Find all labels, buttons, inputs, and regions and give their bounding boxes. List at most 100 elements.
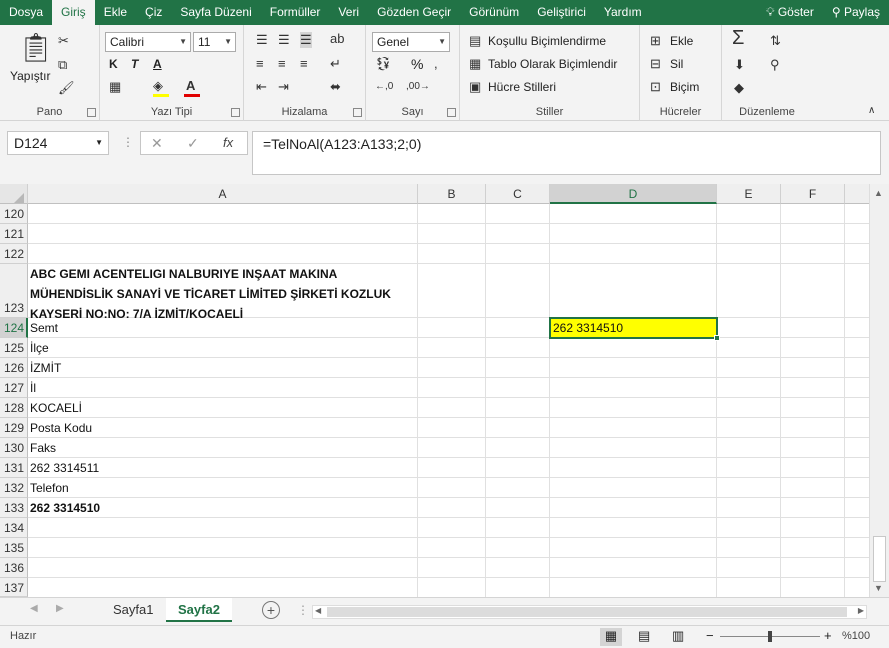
row-header[interactable]: 132 — [0, 478, 28, 498]
align-launcher-icon[interactable] — [353, 108, 362, 117]
tab-dosya[interactable]: Dosya — [0, 0, 52, 25]
zoom-slider-thumb[interactable] — [768, 631, 772, 642]
column-header-b[interactable]: B — [418, 184, 486, 204]
row-header[interactable]: 135 — [0, 538, 28, 558]
zoom-out-icon[interactable]: − — [706, 628, 714, 643]
tab-gorunum[interactable]: Görünüm — [460, 0, 528, 25]
paste-icon[interactable]: 📋︎ — [18, 33, 54, 63]
prev-sheet-icon[interactable]: ◀ — [30, 603, 38, 614]
row-header-selected[interactable]: 124 — [0, 318, 28, 338]
cut-icon[interactable]: ✂ — [58, 33, 69, 49]
align-left-icon[interactable]: ≡ — [256, 56, 264, 72]
share-button[interactable]: ⚲ Paylaş — [823, 0, 889, 25]
bold-button[interactable]: K — [109, 56, 118, 72]
row-header[interactable]: 122 — [0, 244, 28, 264]
insert-button[interactable]: Ekle — [670, 33, 693, 49]
scroll-down-icon[interactable]: ▼ — [874, 583, 883, 593]
page-break-icon[interactable]: ▥ — [672, 628, 684, 644]
autosum-icon[interactable]: Σ — [732, 28, 744, 48]
page-layout-icon[interactable]: ▤ — [638, 628, 650, 644]
collapse-ribbon-icon[interactable]: ∧ — [868, 103, 875, 119]
borders-icon[interactable]: ▦ — [109, 79, 121, 95]
decrease-indent-icon[interactable]: ⇤ — [256, 79, 267, 95]
format-as-table-button[interactable]: Tablo Olarak Biçimlendir — [488, 56, 617, 72]
cell-a129[interactable]: Posta Kodu — [30, 418, 92, 438]
italic-button[interactable]: T — [131, 56, 138, 72]
tab-yardim[interactable]: Yardım — [595, 0, 651, 25]
format-painter-icon[interactable]: 🖌︎ — [58, 80, 75, 96]
cell-a132[interactable]: Telefon — [30, 478, 69, 498]
horizontal-scrollbar[interactable]: ◀ ▶ — [312, 605, 867, 619]
zoom-in-icon[interactable]: + — [824, 628, 832, 643]
align-bottom-icon[interactable]: ☰ — [300, 32, 312, 48]
increase-indent-icon[interactable]: ⇥ — [278, 79, 289, 95]
clear-icon[interactable]: ◆ — [734, 80, 744, 96]
align-right-icon[interactable]: ≡ — [300, 56, 308, 72]
copy-icon[interactable]: ⧉ — [58, 57, 67, 73]
delete-button[interactable]: Sil — [670, 56, 683, 72]
column-header-f[interactable]: F — [781, 184, 845, 204]
number-launcher-icon[interactable] — [447, 108, 456, 117]
find-select-icon[interactable]: ⚲ — [770, 57, 780, 73]
sheet-tab-sayfa1[interactable]: Sayfa1 — [101, 598, 165, 622]
cell-a133[interactable]: 262 3314510 — [30, 498, 100, 518]
tab-sayfa-duzeni[interactable]: Sayfa Düzeni — [171, 0, 260, 25]
zoom-level[interactable]: %100 — [842, 630, 870, 642]
row-header[interactable]: 120 — [0, 204, 28, 224]
tab-splitter-icon[interactable]: ⋮ — [297, 603, 309, 617]
scrollbar-thumb[interactable] — [873, 536, 886, 582]
row-header[interactable]: 121 — [0, 224, 28, 244]
row-header[interactable]: 123 — [0, 264, 28, 318]
scroll-right-icon[interactable]: ▶ — [858, 606, 864, 615]
pano-launcher-icon[interactable] — [87, 108, 96, 117]
column-header-a[interactable]: A — [28, 184, 418, 204]
underline-button[interactable]: A — [153, 56, 162, 72]
name-box[interactable]: D124 ▼ — [7, 131, 109, 155]
align-middle-icon[interactable]: ☰ — [278, 32, 290, 48]
cell-a127[interactable]: İl — [30, 378, 36, 398]
active-cell-d124[interactable]: 262 3314510 — [549, 317, 718, 339]
add-sheet-icon[interactable]: + — [262, 601, 280, 619]
format-button[interactable]: Biçim — [670, 79, 699, 95]
merge-center-icon[interactable]: ⬌ — [330, 79, 341, 95]
row-header[interactable]: 133 — [0, 498, 28, 518]
orientation-icon[interactable]: ab — [330, 31, 344, 47]
fill-handle[interactable] — [714, 335, 720, 341]
column-header-c[interactable]: C — [486, 184, 550, 204]
row-header[interactable]: 137 — [0, 578, 28, 597]
sort-filter-icon[interactable]: ⇅ — [770, 33, 781, 49]
vertical-scrollbar[interactable]: ▲ ▼ — [869, 184, 889, 597]
font-color-icon[interactable]: A — [186, 78, 195, 94]
column-header-d[interactable]: D — [550, 184, 717, 204]
font-size-select[interactable]: 11 ▼ — [193, 32, 236, 52]
column-header-e[interactable]: E — [717, 184, 781, 204]
h-scrollbar-thumb[interactable] — [327, 607, 847, 617]
font-launcher-icon[interactable] — [231, 108, 240, 117]
insert-function-button[interactable]: fx — [223, 135, 233, 150]
align-center-icon[interactable]: ≡ — [278, 56, 286, 72]
formula-input[interactable]: =TelNoAl(A123:A133;2;0) — [252, 131, 881, 175]
row-header[interactable]: 127 — [0, 378, 28, 398]
decrease-decimal-icon[interactable]: ,00→ — [406, 79, 430, 95]
scroll-up-icon[interactable]: ▲ — [874, 188, 883, 198]
cell-a125[interactable]: İlçe — [30, 338, 49, 358]
row-header[interactable]: 130 — [0, 438, 28, 458]
wrap-text-icon[interactable]: ↵ — [330, 56, 341, 72]
tab-gelistirici[interactable]: Geliştirici — [528, 0, 595, 25]
currency-icon[interactable]: 💱︎ — [375, 56, 392, 72]
comma-style-icon[interactable]: , — [434, 56, 438, 72]
conditional-format-button[interactable]: Koşullu Biçimlendirme — [488, 33, 606, 49]
row-header[interactable]: 126 — [0, 358, 28, 378]
tab-giris[interactable]: Giriş — [52, 0, 95, 25]
row-header[interactable]: 125 — [0, 338, 28, 358]
cell-a130[interactable]: Faks — [30, 438, 56, 458]
enter-icon[interactable]: ✓ — [187, 135, 199, 152]
cell-a128[interactable]: KOCAELİ — [30, 398, 82, 418]
tab-ekle[interactable]: Ekle — [95, 0, 136, 25]
tab-veri[interactable]: Veri — [329, 0, 368, 25]
scroll-left-icon[interactable]: ◀ — [315, 606, 321, 615]
next-sheet-icon[interactable]: ▶ — [56, 603, 64, 614]
increase-decimal-icon[interactable]: ←,0 — [375, 79, 393, 95]
row-header[interactable]: 129 — [0, 418, 28, 438]
cancel-icon[interactable]: ✕ — [151, 135, 163, 152]
